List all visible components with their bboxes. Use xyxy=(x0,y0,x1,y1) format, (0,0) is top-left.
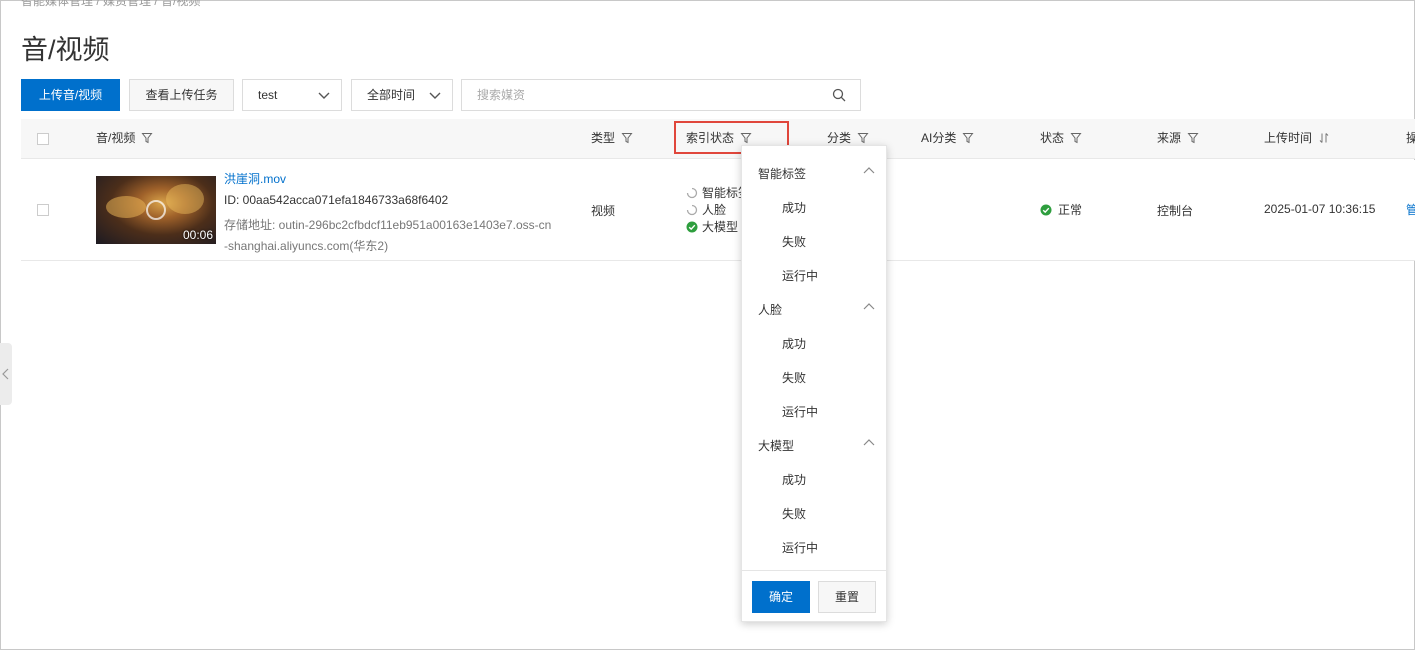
filter-icon[interactable] xyxy=(621,132,633,144)
filter-option[interactable]: 失败 xyxy=(782,233,806,250)
column-upload-time: 上传时间 xyxy=(1264,119,1330,159)
filter-option[interactable]: 失败 xyxy=(782,369,806,386)
filter-group-face[interactable]: 人脸 xyxy=(758,301,782,318)
filter-group-tags[interactable]: 智能标签 xyxy=(758,165,806,182)
column-action: 操 xyxy=(1406,131,1415,145)
chevron-down-icon xyxy=(318,92,330,99)
column-media-label: 音/视频 xyxy=(96,131,136,145)
breadcrumb: 智能媒体管理 / 媒资管理 / 音/视频 xyxy=(21,0,201,8)
filter-icon[interactable] xyxy=(141,132,153,144)
confirm-button[interactable]: 确定 xyxy=(752,581,810,613)
play-icon xyxy=(146,200,166,220)
video-duration: 00:06 xyxy=(182,228,213,242)
filter-group-llm[interactable]: 大模型 xyxy=(758,437,794,454)
filter-option[interactable]: 运行中 xyxy=(782,539,818,556)
filter-option[interactable]: 成功 xyxy=(782,199,806,216)
sort-icon[interactable] xyxy=(1318,132,1330,144)
manage-link[interactable]: 管 xyxy=(1406,201,1415,218)
chevron-left-icon xyxy=(2,368,9,380)
sidebar-collapse-tab[interactable] xyxy=(0,343,12,405)
status-badge: 正常 xyxy=(1040,201,1082,218)
loading-icon xyxy=(686,204,698,215)
check-circle-icon xyxy=(686,221,698,233)
filter-dropdown-footer: 确定 重置 xyxy=(742,570,886,622)
filter-option[interactable]: 成功 xyxy=(782,471,806,488)
column-source-label: 来源 xyxy=(1157,131,1182,145)
column-type: 类型 xyxy=(591,119,633,159)
loading-icon xyxy=(686,187,698,198)
filter-option[interactable]: 运行中 xyxy=(782,267,818,284)
file-name-link[interactable]: 洪崖洞.mov xyxy=(224,170,286,187)
column-source: 来源 xyxy=(1157,119,1199,159)
index-status-filter-dropdown: 智能标签 成功 失败 运行中 人脸 成功 失败 运行中 大模型 成功 失败 运行… xyxy=(741,145,887,622)
filter-icon[interactable] xyxy=(857,132,869,144)
column-type-label: 类型 xyxy=(591,131,616,145)
index-status-face: 人脸 xyxy=(686,201,726,218)
status-text: 正常 xyxy=(1058,203,1083,217)
thumbnail-glow xyxy=(106,196,146,218)
filter-icon[interactable] xyxy=(1070,132,1082,144)
storage-address: 存储地址: outin-296bc2cfbdcf11eb951a00163e14… xyxy=(224,218,552,253)
media-type: 视频 xyxy=(591,204,616,218)
column-upload-time-label: 上传时间 xyxy=(1264,131,1313,145)
upload-time-text: 2025-01-07 10:36:15 xyxy=(1264,202,1376,216)
select-all-checkbox[interactable] xyxy=(37,133,49,145)
reset-button[interactable]: 重置 xyxy=(818,581,876,613)
chevron-up-icon[interactable] xyxy=(862,436,876,450)
column-media: 音/视频 xyxy=(96,119,153,159)
view-upload-tasks-button[interactable]: 查看上传任务 xyxy=(129,79,234,111)
chevron-up-icon[interactable] xyxy=(862,164,876,178)
filter-icon[interactable] xyxy=(1187,132,1199,144)
time-select[interactable]: 全部时间 xyxy=(351,79,453,111)
source-text: 控制台 xyxy=(1157,204,1194,218)
table-row: 00:06 洪崖洞.mov ID: 00aa542acca071efa18467… xyxy=(21,160,1415,261)
filter-icon[interactable] xyxy=(962,132,974,144)
search-box xyxy=(461,79,861,111)
index-status-llm: 大模型 xyxy=(686,218,738,235)
search-icon[interactable] xyxy=(832,88,846,102)
index-status-face-label: 人脸 xyxy=(702,203,727,217)
filter-option[interactable]: 成功 xyxy=(782,335,806,352)
column-ai-category: AI分类 xyxy=(921,119,974,159)
column-ai-category-label: AI分类 xyxy=(921,131,957,145)
thumbnail-glow xyxy=(166,184,204,214)
row-checkbox[interactable] xyxy=(37,204,49,216)
upload-button[interactable]: 上传音/视频 xyxy=(21,79,120,111)
filter-option[interactable]: 运行中 xyxy=(782,403,818,420)
video-thumbnail[interactable]: 00:06 xyxy=(96,176,216,244)
chevron-down-icon xyxy=(429,92,441,99)
column-category-label: 分类 xyxy=(827,131,852,145)
project-select[interactable]: test xyxy=(242,79,342,111)
check-circle-icon xyxy=(1040,204,1052,216)
column-status-label: 状态 xyxy=(1040,131,1065,145)
search-input[interactable] xyxy=(462,80,822,110)
filter-option[interactable]: 失败 xyxy=(782,505,806,522)
project-select-value: test xyxy=(258,88,278,102)
page-title: 音/视频 xyxy=(21,35,110,65)
index-status-llm-label: 大模型 xyxy=(702,220,739,234)
file-id: ID: 00aa542acca071efa1846733a68f6402 xyxy=(224,193,449,207)
column-status: 状态 xyxy=(1040,119,1082,159)
chevron-up-icon[interactable] xyxy=(862,300,876,314)
time-select-value: 全部时间 xyxy=(367,88,416,102)
